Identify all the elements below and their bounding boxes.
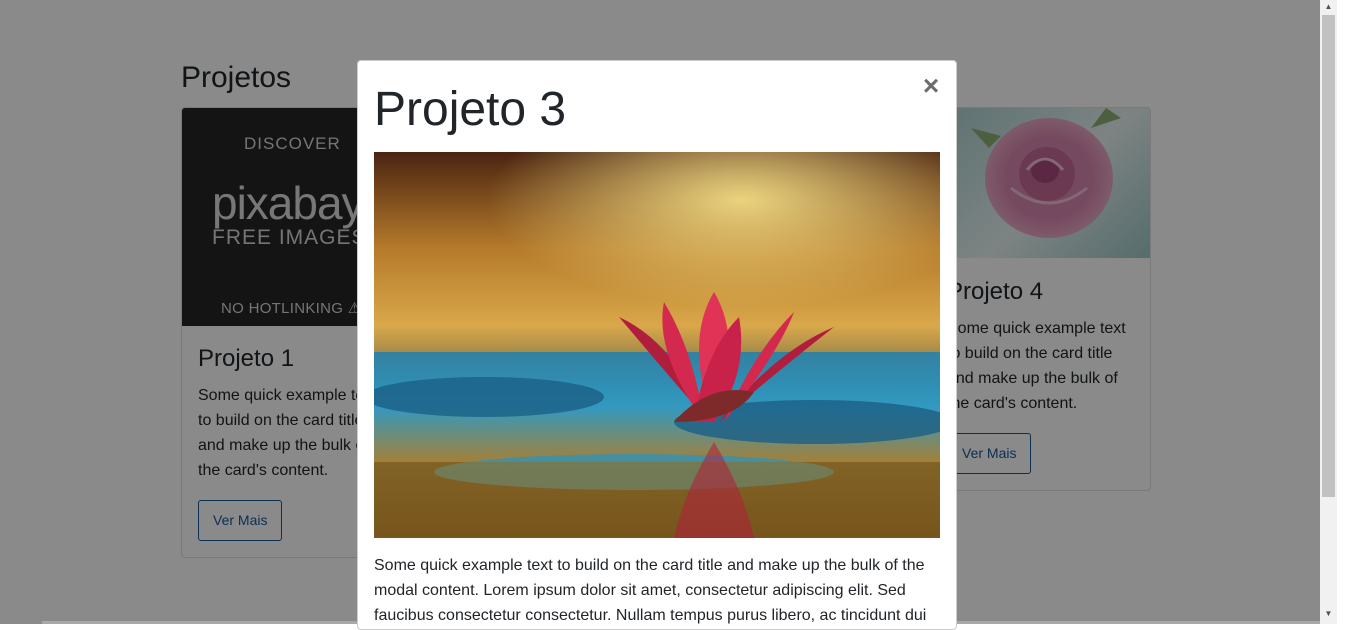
vertical-scrollbar[interactable]: ▲ ▼ — [1320, 0, 1337, 624]
water-lily-image — [374, 152, 940, 538]
modal-title: Projeto 3 — [374, 83, 567, 136]
scroll-up-arrow-icon[interactable]: ▲ — [1320, 0, 1337, 14]
scroll-down-arrow-icon[interactable]: ▼ — [1320, 607, 1337, 621]
modal-body-text: Some quick example text to build on the … — [374, 557, 927, 624]
scrollbar-thumb[interactable] — [1322, 15, 1335, 497]
close-icon[interactable]: × — [918, 71, 944, 101]
page: Projetos DISCOVER pixabay FREE IMAGES NO… — [0, 0, 1337, 630]
project-modal: Projeto 3 × Some quick example text to b… — [357, 60, 957, 630]
